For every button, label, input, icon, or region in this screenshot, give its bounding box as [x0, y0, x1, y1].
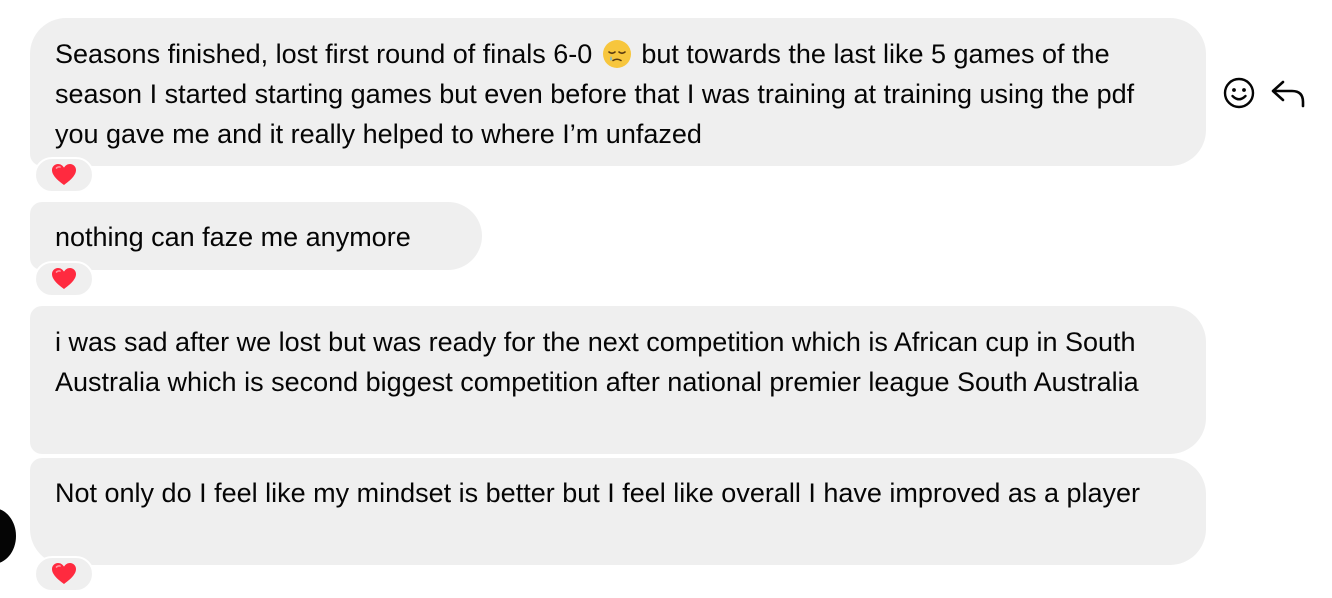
red-heart-icon [52, 563, 76, 584]
heart-reaction[interactable] [34, 157, 94, 193]
red-heart-icon [52, 164, 76, 185]
message-text: i was sad after we lost but was ready fo… [55, 327, 1139, 397]
sleepy-face-emoji [602, 40, 631, 68]
message-bubble[interactable]: Seasons finished, lost first round of fi… [30, 18, 1206, 166]
message-text: nothing can faze me anymore [55, 222, 411, 252]
message-bubble[interactable]: Not only do I feel like my mindset is be… [30, 458, 1206, 565]
smiley-face-icon[interactable] [1222, 76, 1256, 110]
heart-reaction[interactable] [34, 261, 94, 297]
message-text: Seasons finished, lost first round of fi… [55, 39, 1135, 149]
message-bubble[interactable]: i was sad after we lost but was ready fo… [30, 306, 1206, 454]
message-thread: Seasons finished, lost first round of fi… [0, 0, 1332, 598]
message-text: Not only do I feel like my mindset is be… [55, 478, 1141, 508]
message-bubble[interactable]: nothing can faze me anymore [30, 202, 482, 270]
avatar[interactable] [0, 508, 16, 564]
reply-arrow-icon[interactable] [1270, 77, 1306, 109]
red-heart-icon [52, 268, 76, 289]
heart-reaction[interactable] [34, 556, 94, 592]
